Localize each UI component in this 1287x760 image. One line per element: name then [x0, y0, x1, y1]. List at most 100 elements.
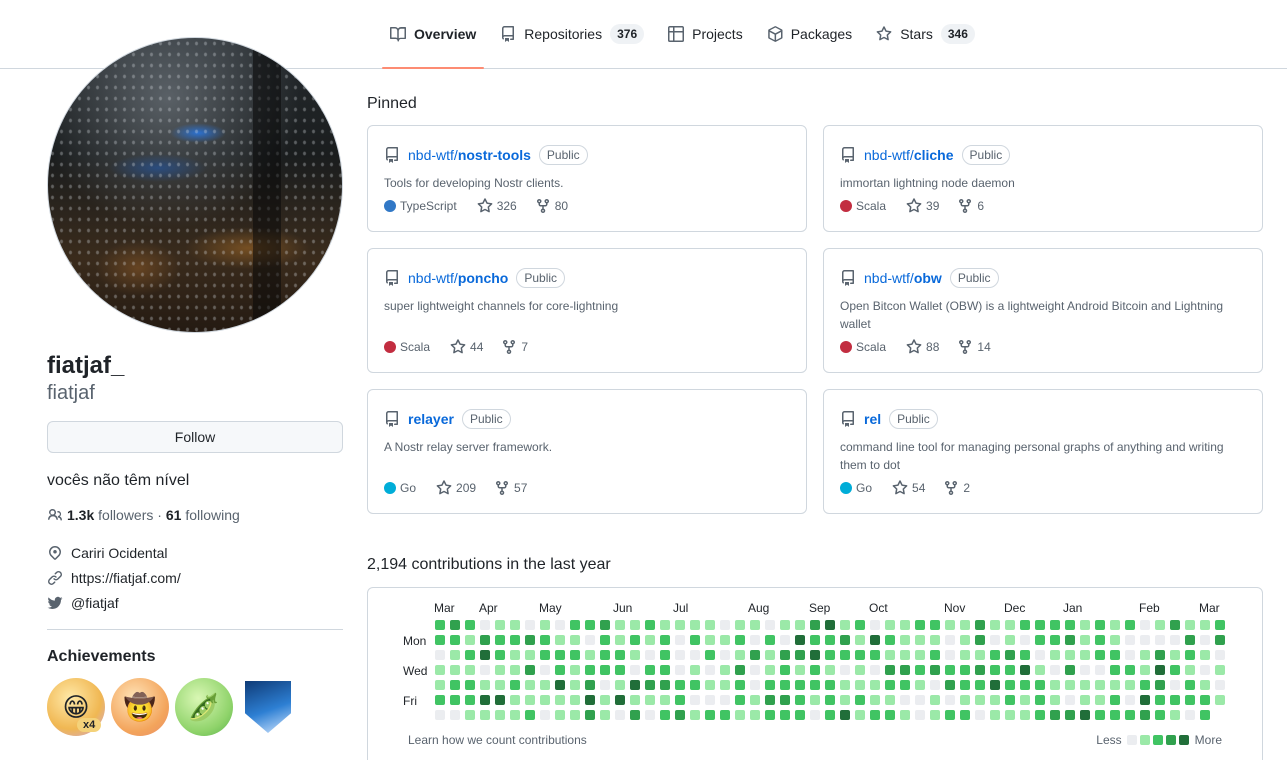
contribution-day[interactable] — [510, 635, 520, 645]
contribution-day[interactable] — [900, 680, 910, 690]
contribution-day[interactable] — [645, 665, 655, 675]
contribution-day[interactable] — [990, 650, 1000, 660]
contribution-day[interactable] — [750, 695, 760, 705]
contribution-day[interactable] — [945, 665, 955, 675]
contribution-day[interactable] — [585, 635, 595, 645]
contribution-day[interactable] — [675, 680, 685, 690]
contribution-day[interactable] — [735, 620, 745, 630]
contribution-day[interactable] — [465, 665, 475, 675]
tab-overview[interactable]: Overview — [382, 0, 485, 69]
contribution-day[interactable] — [720, 650, 730, 660]
contribution-day[interactable] — [480, 635, 490, 645]
contribution-day[interactable] — [435, 635, 445, 645]
contribution-day[interactable] — [1080, 635, 1090, 645]
contribution-day[interactable] — [1005, 680, 1015, 690]
contribution-day[interactable] — [795, 710, 805, 720]
contribution-day[interactable] — [1065, 650, 1075, 660]
contribution-day[interactable] — [855, 650, 865, 660]
contribution-day[interactable] — [1095, 620, 1105, 630]
contribution-day[interactable] — [885, 635, 895, 645]
contribution-day[interactable] — [630, 680, 640, 690]
contribution-day[interactable] — [1200, 620, 1210, 630]
contribution-day[interactable] — [1080, 680, 1090, 690]
contribution-day[interactable] — [450, 650, 460, 660]
contribution-day[interactable] — [1035, 665, 1045, 675]
contribution-day[interactable] — [825, 635, 835, 645]
contribution-day[interactable] — [690, 650, 700, 660]
contribution-day[interactable] — [525, 665, 535, 675]
contribution-day[interactable] — [840, 680, 850, 690]
contribution-day[interactable] — [465, 620, 475, 630]
contribution-day[interactable] — [1140, 710, 1150, 720]
contribution-day[interactable] — [660, 680, 670, 690]
contribution-day[interactable] — [1170, 635, 1180, 645]
contribution-day[interactable] — [1005, 635, 1015, 645]
achievement-quickdraw-icon[interactable]: 😁 x4 — [47, 678, 105, 736]
website-link[interactable]: https://fiatjaf.com/ — [71, 570, 181, 586]
contribution-day[interactable] — [750, 650, 760, 660]
contribution-day[interactable] — [435, 620, 445, 630]
contribution-day[interactable] — [630, 710, 640, 720]
contribution-day[interactable] — [480, 695, 490, 705]
contribution-day[interactable] — [1050, 620, 1060, 630]
contribution-day[interactable] — [675, 710, 685, 720]
contribution-day[interactable] — [1050, 680, 1060, 690]
contribution-day[interactable] — [1035, 620, 1045, 630]
contribution-day[interactable] — [915, 635, 925, 645]
contribution-day[interactable] — [585, 620, 595, 630]
contribution-day[interactable] — [1095, 650, 1105, 660]
contribution-day[interactable] — [675, 620, 685, 630]
contribution-day[interactable] — [660, 710, 670, 720]
contribution-day[interactable] — [600, 665, 610, 675]
contribution-day[interactable] — [630, 665, 640, 675]
contribution-day[interactable] — [1215, 665, 1225, 675]
contribution-day[interactable] — [975, 650, 985, 660]
twitter-link[interactable]: @fiatjaf — [71, 595, 119, 611]
contribution-day[interactable] — [810, 710, 820, 720]
contribution-day[interactable] — [855, 710, 865, 720]
contribution-day[interactable] — [510, 695, 520, 705]
repo-link[interactable]: nbd-wtf/obw — [864, 270, 942, 286]
contribution-day[interactable] — [885, 620, 895, 630]
repo-forks[interactable]: 2 — [943, 480, 970, 496]
contribution-day[interactable] — [915, 665, 925, 675]
repo-forks[interactable]: 7 — [501, 339, 528, 355]
contribution-day[interactable] — [1050, 710, 1060, 720]
contribution-day[interactable] — [1200, 710, 1210, 720]
contribution-day[interactable] — [1170, 710, 1180, 720]
contribution-day[interactable] — [765, 695, 775, 705]
contribution-day[interactable] — [1110, 635, 1120, 645]
contribution-day[interactable] — [855, 695, 865, 705]
contribution-day[interactable] — [1065, 635, 1075, 645]
contribution-day[interactable] — [525, 650, 535, 660]
repo-forks[interactable]: 6 — [957, 198, 984, 214]
contribution-day[interactable] — [1005, 710, 1015, 720]
contribution-day[interactable] — [1020, 635, 1030, 645]
contribution-day[interactable] — [1155, 650, 1165, 660]
contribution-day[interactable] — [870, 710, 880, 720]
contribution-day[interactable] — [1020, 665, 1030, 675]
contribution-day[interactable] — [630, 650, 640, 660]
contribution-day[interactable] — [765, 635, 775, 645]
contribution-day[interactable] — [690, 620, 700, 630]
contribution-day[interactable] — [1155, 665, 1165, 675]
contribution-day[interactable] — [1215, 680, 1225, 690]
contribution-day[interactable] — [1215, 635, 1225, 645]
contribution-day[interactable] — [870, 620, 880, 630]
contribution-day[interactable] — [1080, 710, 1090, 720]
contribution-day[interactable] — [1035, 650, 1045, 660]
contribution-day[interactable] — [765, 710, 775, 720]
contribution-day[interactable] — [555, 635, 565, 645]
contribution-day[interactable] — [660, 620, 670, 630]
contribution-day[interactable] — [540, 680, 550, 690]
contribution-day[interactable] — [870, 650, 880, 660]
contribution-day[interactable] — [1110, 665, 1120, 675]
contribution-day[interactable] — [600, 680, 610, 690]
contribution-day[interactable] — [510, 620, 520, 630]
contribution-day[interactable] — [1200, 680, 1210, 690]
contribution-day[interactable] — [615, 620, 625, 630]
contribution-day[interactable] — [1035, 635, 1045, 645]
contribution-day[interactable] — [975, 620, 985, 630]
contribution-day[interactable] — [675, 695, 685, 705]
contribution-day[interactable] — [540, 710, 550, 720]
